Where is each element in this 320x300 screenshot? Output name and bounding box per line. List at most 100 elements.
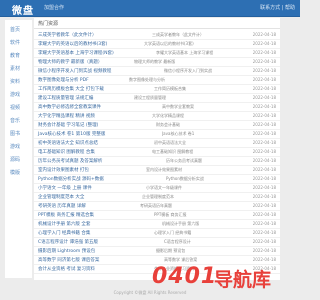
list-item-date: 2022-04-18 (252, 185, 276, 190)
list-item-subtitle: 初中英语语法大全 (154, 140, 186, 145)
list-item-date: 2022-04-18 (252, 239, 276, 244)
list-item-subtitle: 三成英学者教年（此文件计） (152, 32, 204, 37)
list-item-date: 2022-04-18 (252, 32, 276, 37)
list-item-subtitle: 大学化学精品课程 (152, 113, 184, 118)
panel-header: 热门资源 (34, 18, 280, 29)
sidebar-item[interactable]: 模版 (10, 169, 30, 176)
sidebar-item[interactable]: 视频 (10, 104, 30, 111)
top-right-links[interactable]: 联系方式 | 帮助 (260, 4, 295, 11)
list-item-title[interactable]: Python数据分析实战 源码+数据 (38, 176, 104, 182)
list-item-date: 2022-04-18 (252, 212, 276, 217)
list-item-subtitle: C语言程序设计 (164, 239, 191, 244)
list-item-title[interactable]: 电工基础知识 图解教程 合集 (38, 149, 95, 155)
list-item-title[interactable]: PPT模板 商务汇报 精选合集 (38, 212, 94, 218)
list-item-subtitle: 物理大师的教学 最新版 (134, 59, 176, 64)
list-item-date: 2022-04-18 (252, 248, 276, 253)
sidebar-item[interactable]: 图书 (10, 130, 30, 137)
list-item-title[interactable]: 高中数学必修选修全套教案课件 (38, 104, 101, 110)
sidebar-item[interactable]: 软件 (10, 39, 30, 46)
list-item-date: 2022-04-18 (252, 59, 276, 64)
list-item-title[interactable]: 高等数学 同济第七版 课后答案 (38, 257, 99, 263)
list-item-title[interactable]: 室内设计效果图素材 打包 (38, 167, 89, 173)
list-item-title[interactable]: 历年公务员考试真题 及答案解析 (38, 158, 102, 164)
list-item-subtitle: 工作简历模板合集 (154, 86, 186, 91)
list-item-subtitle: 李耀大学英语基本 上海学习课程 (156, 50, 214, 55)
list-item-title[interactable]: 工作简历模板合集 大全 打包下载 (38, 86, 104, 92)
list-item-title[interactable]: 初中英语语法大全 知识点总结 (38, 140, 98, 146)
list-item-subtitle: 摄影后期 预设包 (156, 248, 186, 253)
list-item-date: 2022-04-18 (252, 158, 276, 163)
list-item-date: 2022-04-18 (252, 50, 276, 55)
list-item-title[interactable]: 李耀大学英语基本 上海学习课程(N套) (38, 50, 114, 56)
sidebar-item[interactable]: 教育 (10, 52, 30, 59)
list-item-date: 2022-04-18 (252, 167, 276, 172)
sidebar: 首页 软件 教育 素材 资料 游戏 视频 音乐 图书 游戏 源码 模版 (5, 20, 32, 278)
list-item-title[interactable]: 微信小程序开发入门到实战 视频教程 (38, 68, 111, 74)
resource-list-panel: 热门资源 三成英学者教年（此文件计） 三成英学者教年（此文件计） 2022-04-1… (34, 18, 280, 280)
list-item-date: 2022-04-18 (252, 194, 276, 199)
list-item-subtitle: Python数据分析实战 (166, 176, 204, 181)
list-item-date: 2022-04-18 (252, 149, 276, 154)
list-item-subtitle: PPT模板 商务汇报 (154, 212, 187, 217)
list-item-title[interactable]: 大学化学精品课程 精讲 视频 (38, 113, 95, 119)
list-item-subtitle: 微信小程序开发入门到实战 (164, 68, 212, 73)
list-item-date: 2022-04-18 (252, 86, 276, 91)
list-item-title[interactable]: 三成英学者教年（此文件计） (38, 32, 97, 38)
list-item-date: 2022-04-18 (252, 221, 276, 226)
list-item-subtitle: 历年公务员考试真题 (166, 158, 202, 163)
list-item-subtitle: 心理学入门 经典书籍 (154, 230, 192, 235)
list-item-subtitle: 机械设计手册 第六版 (162, 221, 200, 226)
list-item-title[interactable]: 财务会计基础 学习笔记 (整理) (38, 122, 98, 128)
list-item-date: 2022-04-18 (252, 257, 276, 262)
list-item-subtitle: 建设工程质量管理 (134, 95, 166, 100)
sidebar-item[interactable]: 素材 (10, 65, 30, 72)
panel-title: 热门资源 (38, 21, 59, 27)
list-item-title[interactable]: 心理学入门 经典书籍 合集 (38, 230, 90, 236)
list-item-title[interactable]: 物理大师的教学 最新版（真题） (38, 59, 102, 65)
list-item-date: 2022-04-18 (252, 230, 276, 235)
list-item-title[interactable]: 摄影后期 Lightroom 预设包 (38, 248, 95, 254)
list-item-title[interactable]: 建设工程质量管理 法规汇编 (38, 95, 93, 101)
list-item-subtitle: 数字图像处理与分析 (129, 77, 165, 82)
list-item-subtitle: 高等数学 课后答案 (164, 257, 198, 262)
list-item-title[interactable]: 会计从业资格 考试 复习资料 (38, 266, 95, 272)
list-item-date: 2022-04-18 (252, 140, 276, 145)
list-item-title[interactable]: 考研英语 历年真题 详解 (38, 203, 86, 209)
list-item-title[interactable]: 数字图像处理与分析 PDF (38, 77, 89, 83)
sidebar-item[interactable]: 首页 (10, 26, 30, 33)
list-item-subtitle: 电工基础知识 图解教程 (152, 149, 194, 154)
list-item-subtitle: 小学语文一年级课件 (146, 185, 182, 190)
list-item-subtitle: 高中数学全套教案 (162, 104, 194, 109)
list-item-subtitle: 室内设计效果图素材 (146, 167, 182, 172)
watermark-text: 导航库 (214, 269, 272, 291)
sidebar-item[interactable]: 音乐 (10, 117, 30, 124)
list-item-date: 2022-04-18 (252, 68, 276, 73)
list-item-subtitle: 企业管理制度范本 (142, 194, 174, 199)
top-bar: 微盘 加盟合作 联系方式 | 帮助 (0, 0, 300, 17)
list-item-title[interactable]: 机械设计手册 第六版 全套 (38, 221, 90, 227)
sidebar-item[interactable]: 源码 (10, 156, 30, 163)
list-item-date: 2022-04-18 (252, 104, 276, 109)
top-nav-link[interactable]: 加盟合作 (44, 4, 64, 11)
watermark-number: 0401 (152, 264, 218, 289)
list-item-title[interactable]: 小学语文 一年级 上册 课件 (38, 185, 92, 191)
list-item-subtitle: 考研英语历年真题 (140, 203, 172, 208)
watermark-logo: 0401 导航库 (152, 264, 298, 294)
sidebar-item[interactable]: 游戏 (10, 91, 30, 98)
list-item-title[interactable]: 李耀大学的英语以后的教材书(3套) (38, 41, 107, 47)
list-item-date: 2022-04-18 (252, 41, 276, 46)
list-item-date: 2022-04-18 (252, 77, 276, 82)
site-logo[interactable]: 微盘 (12, 2, 34, 17)
list-item-date: 2022-04-18 (252, 176, 276, 181)
sidebar-item[interactable]: 游戏 (10, 143, 30, 150)
list-item-title[interactable]: Java核心技术 卷1 第10版 完整版 (38, 131, 105, 137)
sidebar-item[interactable]: 资料 (10, 78, 30, 85)
list-item-subtitle: 财务会计基础 (156, 122, 180, 127)
list-item-title[interactable]: 企业管理制度范本 大全 (38, 194, 84, 200)
list-item-title[interactable]: C语言程序设计 谭浩强 第五版 (38, 239, 98, 245)
list-item-date: 2022-04-18 (252, 113, 276, 118)
list-item-subtitle: Java核心技术 卷1 (162, 131, 195, 136)
list-item-date: 2022-04-18 (252, 131, 276, 136)
list-item-date: 2022-04-18 (252, 95, 276, 100)
list-item-date: 2022-04-18 (252, 122, 276, 127)
